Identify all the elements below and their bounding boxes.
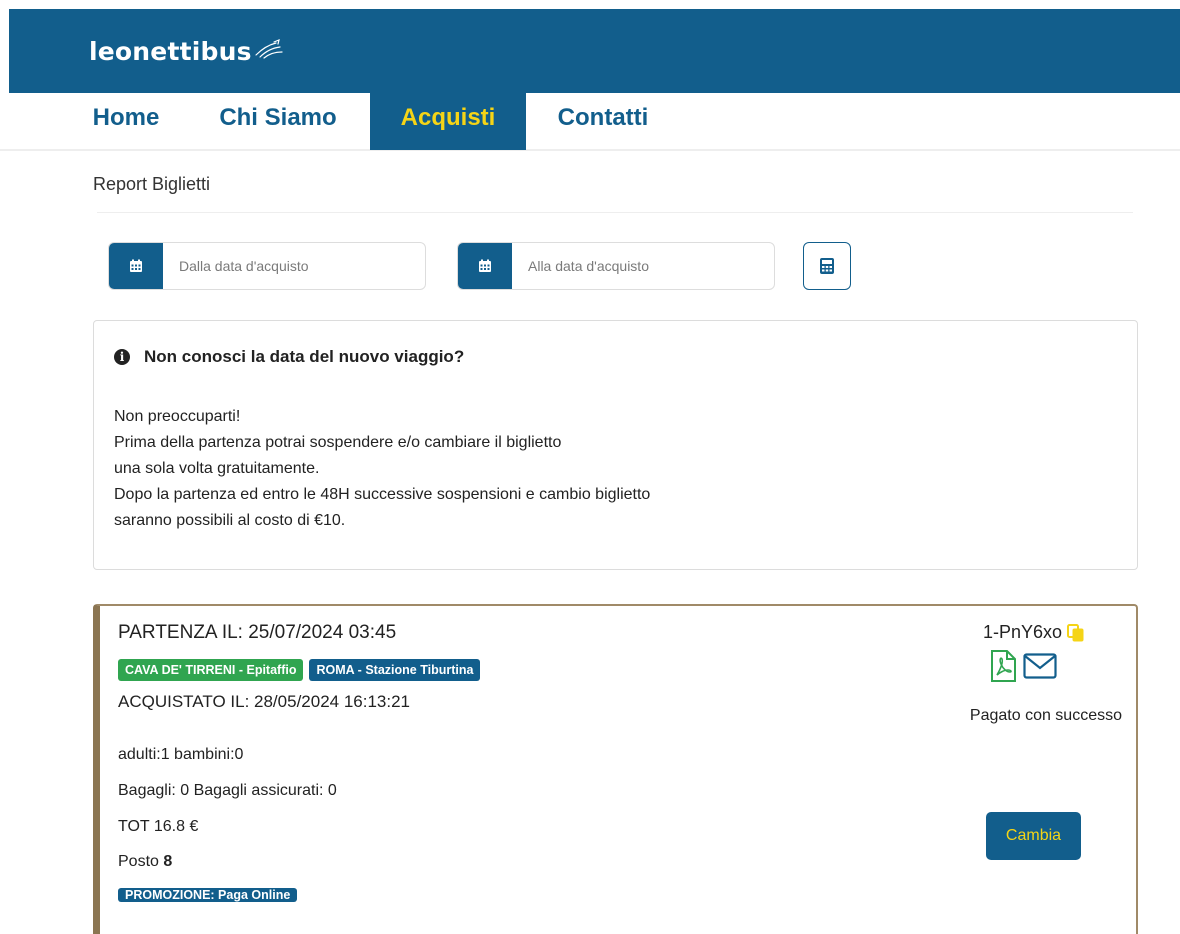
departure-date: PARTENZA IL: 25/07/2024 03:45 (118, 622, 397, 643)
calendar-icon[interactable] (458, 243, 512, 289)
from-date-input[interactable] (163, 243, 425, 289)
change-ticket-button[interactable]: Cambia (986, 812, 1081, 860)
main-nav: Home Chi Siamo Acquisti Contatti (0, 93, 1180, 151)
luggage: Bagagli: 0 Bagagli assicurati: 0 (118, 782, 337, 799)
calendar-icon[interactable] (109, 243, 163, 289)
site-header: leonettibus (9, 9, 1180, 93)
envelope-icon[interactable] (1023, 653, 1057, 679)
seat-number: 8 (163, 853, 173, 870)
search-button[interactable] (803, 242, 851, 290)
ticket-code-row: 1-PnY6xo (983, 622, 1086, 643)
to-date-group (457, 242, 775, 290)
logo[interactable]: leonettibus (89, 37, 284, 66)
promo-row: PROMOZIONE: Paga Online (118, 884, 298, 906)
nav-acquisti[interactable]: Acquisti (370, 93, 526, 150)
info-line: una sola volta gratuitamente. (114, 460, 320, 477)
copy-icon[interactable] (1066, 623, 1086, 643)
divider (97, 212, 1133, 213)
from-date-group (108, 242, 426, 290)
passengers: adulti:1 bambini:0 (118, 746, 244, 763)
ticket-card: PARTENZA IL: 25/07/2024 03:45 CAVA DE' T… (93, 604, 1138, 934)
pdf-icon[interactable] (989, 650, 1017, 682)
calculator-icon (820, 258, 834, 274)
departure-stop-badge: CAVA DE' TIRRENI - Epitaffio (118, 659, 304, 681)
top-strip (0, 0, 1180, 9)
arrival-stop-badge: ROMA - Stazione Tiburtina (309, 659, 481, 681)
nav-home[interactable]: Home (83, 93, 169, 150)
info-line: Dopo la partenza ed entro le 48H success… (114, 486, 651, 503)
to-date-input[interactable] (512, 243, 774, 289)
seat: Posto 8 (118, 853, 172, 871)
info-line: Prima della partenza potrai sospendere e… (114, 434, 562, 451)
ticket-code: 1-PnY6xo (982, 622, 1062, 642)
payment-status: Pagato con successo (969, 707, 1122, 724)
total-price: TOT 16.8 € (118, 818, 199, 835)
seat-label: Posto (118, 853, 159, 870)
info-panel: i Non conosci la data del nuovo viaggio?… (93, 320, 1138, 570)
info-line: saranno possibili al costo di €10. (114, 512, 346, 529)
purchase-date: ACQUISTATO IL: 28/05/2024 16:13:21 (118, 692, 411, 711)
route-badges: CAVA DE' TIRRENI - Epitaffio ROMA - Staz… (118, 659, 481, 681)
ticket-actions (989, 650, 1057, 682)
nav-contatti[interactable]: Contatti (545, 93, 661, 150)
nav-chi-siamo[interactable]: Chi Siamo (205, 93, 351, 150)
info-heading-row: i Non conosci la data del nuovo viaggio? (114, 347, 464, 367)
logo-text: leonettibus (89, 37, 252, 66)
horse-logo-icon (255, 38, 283, 59)
info-line: Non preoccuparti! (114, 408, 241, 425)
info-heading: Non conosci la data del nuovo viaggio? (144, 347, 465, 366)
page-title: Report Biglietti (93, 174, 211, 194)
info-text: Non preoccuparti! Prima della partenza p… (114, 404, 650, 534)
info-icon: i (114, 349, 130, 365)
promo-badge: PROMOZIONE: Paga Online (118, 888, 298, 902)
